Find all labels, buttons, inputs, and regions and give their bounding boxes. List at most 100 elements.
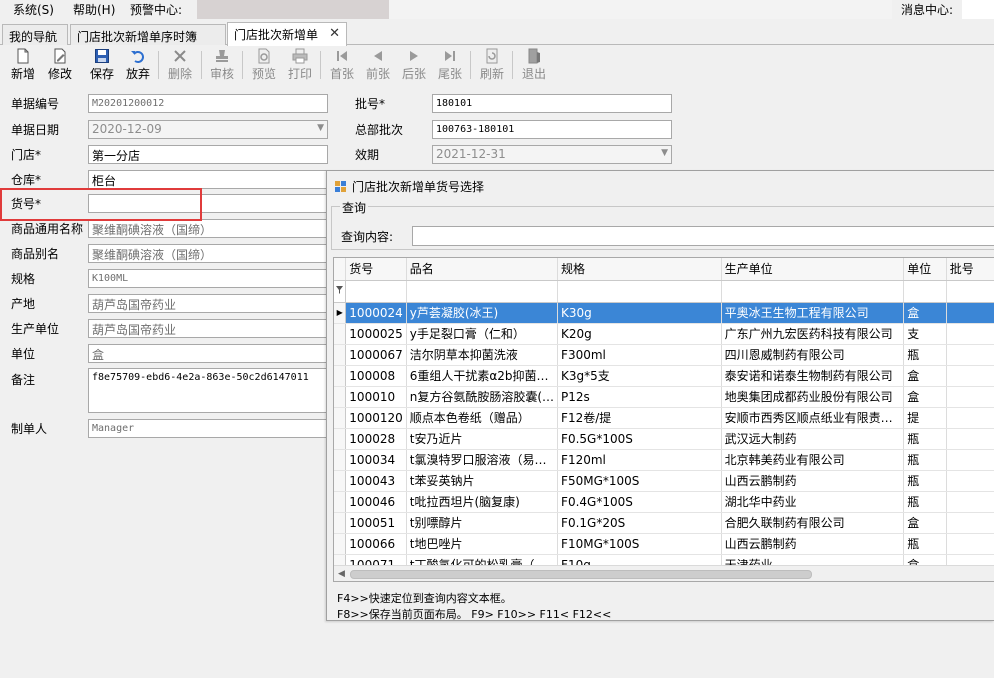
table-cell: 湖北华中药业 <box>721 491 905 513</box>
table-row[interactable]: 100008 6重组人干扰素α2b抑菌… K3g*5支 泰安诺和诺泰生物制药有限公司盒 <box>334 365 994 387</box>
horizontal-scrollbar[interactable]: ◀ <box>334 565 994 581</box>
tab-my-navigation[interactable]: 我的导航 <box>2 24 68 45</box>
message-center-label[interactable]: 消息中心: <box>901 1 953 18</box>
batch-no-field[interactable]: 180101 <box>432 94 672 113</box>
col-header-product-name[interactable]: 品名 <box>406 258 559 281</box>
query-group-label: 查询 <box>340 199 369 216</box>
table-row[interactable]: 1000025 y手足裂口膏（仁和） K20g 广东广州九宏医药科技有限公司支 <box>334 323 994 345</box>
refresh-button[interactable]: 刷新 <box>474 48 510 82</box>
table-cell: 平奥冰王生物工程有限公司 <box>721 302 905 324</box>
table-row[interactable]: 100028 t安乃近片 F0.5G*100S 武汉远大制药瓶 <box>334 428 994 450</box>
table-cell <box>946 386 994 408</box>
preview-button[interactable]: 预览 <box>246 48 282 82</box>
dialog-title: 门店批次新增单货号选择 <box>335 178 484 195</box>
menu-alert-center[interactable]: 预警中心: <box>130 1 182 18</box>
row-indicator <box>334 533 347 555</box>
close-tab-icon[interactable]: ✕ <box>329 26 340 41</box>
alert-ticker-area <box>197 0 389 19</box>
table-row[interactable]: ▶ 1000024 y芦荟凝胶(冰王) K30g 平奥冰王生物工程有限公司盒 <box>334 302 994 324</box>
col-header-item-no[interactable]: 货号 <box>345 258 407 281</box>
table-cell: F0.1G*20S <box>557 512 722 534</box>
print-button[interactable]: 打印 <box>282 48 318 82</box>
table-row[interactable]: 100043 t苯妥英钠片 F50MG*100S 山西云鹏制药瓶 <box>334 470 994 492</box>
toolbar-label: 保存 <box>89 67 114 81</box>
unit-field[interactable]: 盒 <box>88 344 328 363</box>
toolbar-separator <box>320 51 321 79</box>
remark-textarea[interactable]: f8e75709-ebd6-4e2a-863e-50c2d6147011 <box>88 368 328 413</box>
table-row[interactable]: 1000120 顺点本色卷纸（赠品） F12卷/提 安顺市西秀区顺点纸业有限责… 提 <box>334 407 994 429</box>
next-record-button[interactable]: 后张 <box>396 48 432 82</box>
tab-label: 门店批次新增单 <box>234 28 319 42</box>
approve-button[interactable]: 审核 <box>204 48 240 82</box>
query-content-label: 查询内容: <box>341 230 394 244</box>
print-preview-icon <box>258 48 270 64</box>
query-content-input[interactable] <box>412 226 994 246</box>
menu-system[interactable]: 系统(S) <box>13 1 54 18</box>
col-header-batch[interactable]: 批号 <box>946 258 994 281</box>
hq-batch-field[interactable]: 100763-180101 <box>432 120 672 139</box>
filter-cell[interactable] <box>903 280 947 303</box>
alias-field[interactable]: 聚维酮碘溶液（国缔） <box>88 244 328 263</box>
spec-field[interactable]: K100ML <box>88 269 328 288</box>
table-cell: K30g <box>557 302 722 324</box>
filter-cell[interactable] <box>345 280 407 303</box>
origin-field[interactable]: 葫芦岛国帝药业 <box>88 294 328 313</box>
table-row[interactable]: 100034 t氯溴特罗口服溶液（易… F120ml 北京韩美药业有限公司瓶 <box>334 449 994 471</box>
chevron-down-icon[interactable]: ▼ <box>661 148 668 158</box>
filter-cell[interactable] <box>721 280 905 303</box>
last-record-button[interactable]: 尾张 <box>432 48 468 82</box>
table-cell: 合肥久联制药有限公司 <box>721 512 905 534</box>
filter-cell[interactable] <box>946 280 994 303</box>
producer-field[interactable]: 葫芦岛国帝药业 <box>88 319 328 338</box>
menu-help[interactable]: 帮助(H) <box>73 1 115 18</box>
store-field[interactable]: 第一分店 <box>88 145 328 164</box>
col-header-unit[interactable]: 单位 <box>903 258 947 281</box>
table-cell: 山西云鹏制药 <box>721 533 905 555</box>
col-header-spec[interactable]: 规格 <box>557 258 722 281</box>
doc-date-picker[interactable]: 2020-12-09 ▼ <box>88 120 328 139</box>
table-cell: 山西云鹏制药 <box>721 470 905 492</box>
table-cell: 瓶 <box>903 533 947 555</box>
col-header-producer[interactable]: 生产单位 <box>721 258 905 281</box>
table-row[interactable]: 100066 t地巴唑片 F10MG*100S 山西云鹏制药瓶 <box>334 533 994 555</box>
expiry-date-picker[interactable]: 2021-12-31 ▼ <box>432 145 672 164</box>
table-cell: F120ml <box>557 449 722 471</box>
tab-batch-register[interactable]: 门店批次新增单序时簿 <box>70 24 226 45</box>
chevron-down-icon[interactable]: ▼ <box>317 123 324 133</box>
row-indicator <box>334 470 347 492</box>
new-button[interactable]: 新增 <box>5 48 41 82</box>
table-cell: 盒 <box>903 302 947 324</box>
item-table: 货号 品名 规格 生产单位 单位 批号 ▶ 1000024 y芦荟凝胶(冰王) … <box>334 258 994 576</box>
table-row[interactable]: 100051 t别嘌醇片 F0.1G*20S 合肥久联制药有限公司盒 <box>334 512 994 534</box>
maker-field[interactable]: Manager <box>88 419 328 438</box>
table-row[interactable]: 1000067 洁尔阴草本抑菌洗液 F300ml 四川恩威制药有限公司瓶 <box>334 344 994 366</box>
doc-no-field[interactable]: M20201200012 <box>88 94 328 113</box>
table-row[interactable]: 100046 t吡拉西坦片(脑复康) F0.4G*100S 湖北华中药业瓶 <box>334 491 994 513</box>
table-cell: 瓶 <box>903 344 947 366</box>
generic-name-field[interactable]: 聚维酮碘溶液（国缔） <box>88 219 328 238</box>
save-button[interactable]: 保存 <box>84 48 120 82</box>
table-cell: 支 <box>903 323 947 345</box>
table-cell <box>946 491 994 513</box>
previous-record-button[interactable]: 前张 <box>360 48 396 82</box>
scroll-left-icon[interactable]: ◀ <box>338 569 345 579</box>
table-cell <box>946 470 994 492</box>
exit-button[interactable]: 退出 <box>516 48 552 82</box>
filter-cell[interactable] <box>406 280 559 303</box>
warehouse-field[interactable]: 柜台 <box>88 170 328 189</box>
table-cell: 100034 <box>345 449 407 471</box>
batch-no-label: 批号* <box>355 97 386 111</box>
filter-icon[interactable] <box>334 280 347 303</box>
row-indicator <box>334 365 347 387</box>
edit-button[interactable]: 修改 <box>42 48 78 82</box>
discard-button[interactable]: 放弃 <box>120 48 156 82</box>
table-row[interactable]: 100010 n复方谷氨酰胺肠溶胶囊(… P12s 地奥集团成都药业股份有限公司盒 <box>334 386 994 408</box>
tab-batch-add-form[interactable]: 门店批次新增单 ✕ <box>227 22 347 46</box>
delete-button[interactable]: 删除 <box>162 48 198 82</box>
table-cell: 洁尔阴草本抑菌洗液 <box>406 344 559 366</box>
remark-label: 备注 <box>11 373 36 387</box>
scrollbar-thumb[interactable] <box>350 570 812 579</box>
filter-cell[interactable] <box>557 280 722 303</box>
first-record-button[interactable]: 首张 <box>324 48 360 82</box>
undo-arrow-icon <box>131 51 144 63</box>
